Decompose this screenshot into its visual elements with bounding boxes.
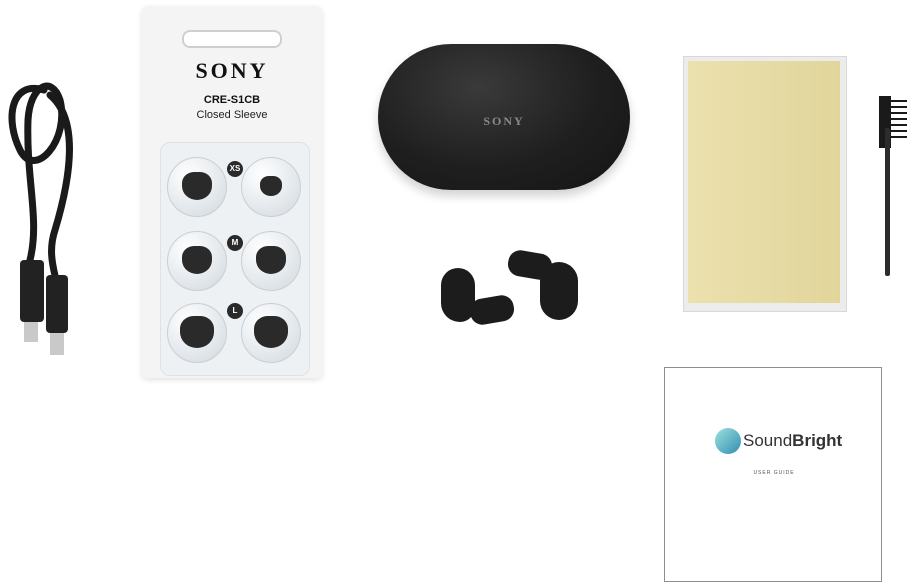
cleaning-cloth — [688, 61, 840, 303]
earbud-right-tip — [506, 248, 554, 282]
card-model-number: CRE-S1CB — [203, 94, 261, 106]
size-badge-l: L — [227, 303, 243, 319]
guide-brand: SoundBright — [743, 431, 843, 450]
tip-bubble — [167, 303, 227, 363]
tip-bubble — [167, 157, 227, 217]
cleaning-cloth-bag — [683, 56, 847, 312]
case-brand-logo: SONY — [483, 114, 525, 128]
card-model-description: Closed Sleeve — [196, 109, 268, 121]
usb-plug-right — [46, 275, 68, 333]
tip-bubble — [241, 303, 301, 363]
tip-bubble — [167, 231, 227, 291]
earbud-left-tip — [468, 293, 516, 327]
size-badge-xs: XS — [227, 161, 243, 177]
usb-cable — [8, 82, 73, 355]
ear-tip — [256, 246, 286, 274]
tip-bubble — [241, 231, 301, 291]
tip-blister: XS M L — [160, 142, 310, 376]
size-badge-m: M — [227, 235, 243, 251]
user-guide-booklet: SoundBright USER GUIDE — [664, 367, 882, 582]
ear-tip — [254, 316, 288, 348]
card-brand-logo: SONY — [195, 58, 269, 83]
ear-tip — [180, 316, 214, 348]
guide-subtitle: USER GUIDE — [753, 470, 795, 476]
tip-bubble — [241, 157, 301, 217]
usb-plug-left — [20, 260, 44, 322]
ear-tip-card: SONY CRE-S1CB Closed Sleeve XS M L — [142, 6, 322, 378]
hang-hole — [182, 30, 282, 48]
charging-case: SONY — [378, 44, 630, 190]
ear-tip — [260, 176, 282, 196]
ear-tip — [182, 246, 212, 274]
soundbright-logo-icon — [715, 428, 741, 454]
ear-tip — [182, 172, 212, 200]
cleaning-brush-handle — [885, 128, 890, 276]
